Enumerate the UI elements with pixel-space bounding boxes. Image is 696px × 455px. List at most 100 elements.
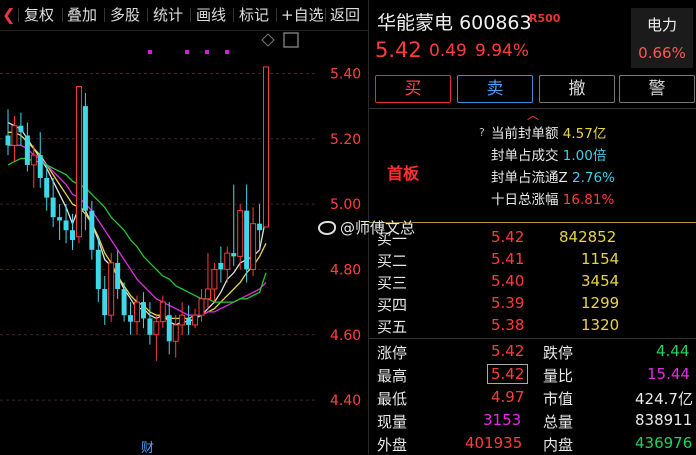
bid-volume: 842852 [559, 228, 617, 246]
y-tick-label: 4.80 [330, 262, 361, 278]
stat-label: 量比 [543, 367, 574, 385]
industry-name: 电力 [646, 16, 677, 34]
seal-info-row: 封单占成交 1.00倍 [491, 144, 606, 164]
candle-body [102, 289, 108, 316]
cancel-order-button[interactable]: 撤 [539, 75, 615, 103]
toolbar-divider [325, 8, 326, 22]
chart-toolbar: ❮ 复权 叠加 多股 统计 画线 标记 +自选 返回 [0, 0, 368, 31]
price-change: 0.49 [429, 41, 467, 61]
toolbar-divider [233, 8, 234, 22]
stat-label: 内盘 [543, 436, 574, 454]
stats-row: 最低 4.97 市值 424.7亿 [369, 386, 696, 408]
expand-box-icon [283, 32, 299, 48]
candle-body [18, 125, 24, 133]
toolbar-multi-stock-button[interactable]: 多股 [110, 5, 140, 25]
toolbar-mark-button[interactable]: 标记 [239, 5, 269, 25]
question-icon[interactable]: ? [479, 126, 485, 139]
collapse-icon[interactable]: ︿ [527, 106, 539, 123]
back-chevron-icon[interactable]: ❮ [2, 6, 16, 24]
y-tick-label: 5.40 [330, 66, 361, 82]
candle-body [147, 318, 153, 335]
stat-label: 最高 [377, 367, 408, 385]
candle-body [237, 210, 244, 257]
indicator-dot [185, 50, 189, 54]
candle-body [179, 314, 186, 326]
candle-body [231, 253, 237, 257]
toolbar-draw-line-button[interactable]: 画线 [196, 5, 226, 25]
alert-button[interactable]: 警 [619, 75, 695, 103]
toolbar-restore-rights-button[interactable]: 复权 [24, 5, 54, 25]
stock-name: 华能蒙电 [377, 12, 454, 34]
bid-price: 5.38 [491, 316, 525, 334]
candle-body [121, 289, 127, 316]
candle-body [153, 321, 160, 336]
bid-volume: 1299 [581, 294, 620, 312]
watermark-text: @师傅文总 [340, 219, 416, 237]
seal-info-row: 封单占流通Z 2.76% [491, 166, 615, 186]
stat-value: 436976 [635, 434, 693, 452]
candle-body [11, 125, 18, 146]
candle-body [224, 252, 231, 270]
order-book-separator [369, 222, 696, 223]
y-tick-label: 4.40 [330, 393, 361, 409]
candle-body [5, 135, 11, 146]
bid-volume: 1320 [581, 316, 620, 334]
candle-body [257, 223, 263, 231]
candle-body [211, 268, 218, 290]
toolbar-add-watchlist-button[interactable]: +自选 [281, 5, 324, 25]
stat-label: 跌停 [543, 344, 574, 362]
seal-info-value: 4.57亿 [562, 126, 607, 142]
stat-label: 最低 [377, 390, 408, 408]
stock-title: 华能蒙电 600863 [377, 8, 532, 35]
candle-body [250, 223, 257, 270]
indicator-dot [205, 50, 209, 54]
stat-value: 424.7亿 [635, 390, 693, 408]
bid-volume: 3454 [581, 272, 620, 290]
stat-value: 4.44 [656, 342, 690, 360]
toolbar-divider [276, 8, 277, 22]
candle-body [89, 210, 95, 250]
chart-canvas[interactable]: 5.40 5.20 5.00 4.80 4.60 4.40 财 [0, 31, 368, 454]
candle-body [50, 197, 56, 218]
toolbar-back-button[interactable]: 返回 [330, 5, 360, 25]
candle-body [44, 177, 50, 198]
sell-button[interactable]: 卖 [457, 75, 533, 103]
candle-body [244, 210, 250, 270]
stat-value: 4.97 [491, 388, 525, 406]
diamond-icon [261, 33, 275, 47]
bid-label: 买二 [377, 252, 408, 270]
industry-badge[interactable]: 电力 0.66% [631, 8, 693, 68]
candle-body [108, 262, 115, 316]
stat-value: 15.44 [647, 365, 690, 383]
stat-value: 3153 [483, 411, 522, 429]
moving-average-line [7, 121, 267, 326]
seal-info-value: 2.76% [572, 170, 615, 186]
toolbar-statistics-button[interactable]: 统计 [153, 5, 183, 25]
candle-body [75, 86, 82, 238]
bid-row: 买五 5.38 1320 [369, 314, 696, 336]
seal-info-label: 封单占流通Z [491, 170, 568, 186]
bid-label: 买三 [377, 274, 408, 292]
bid-row: 买四 5.39 1299 [369, 292, 696, 314]
seal-info-row: 当前封单额 4.57亿 [491, 122, 606, 142]
candle-body [115, 262, 121, 290]
stat-value: 5.42 [491, 342, 525, 360]
candle-body [172, 324, 179, 342]
moving-average-line [8, 131, 267, 320]
r-badge: R500 [529, 12, 561, 25]
candle-body [95, 249, 101, 290]
seal-info-label: 封单占成交 [491, 148, 559, 164]
bid-price: 5.41 [491, 250, 525, 268]
toolbar-overlay-button[interactable]: 叠加 [67, 5, 97, 25]
toolbar-divider [147, 8, 148, 22]
bid-volume: 1154 [581, 250, 620, 268]
price-change-pct: 9.94% [475, 41, 530, 61]
stats-row: 涨停 5.42 跌停 4.44 [369, 340, 696, 362]
y-tick-label: 5.20 [330, 132, 361, 148]
toolbar-divider [18, 8, 19, 22]
indicator-dot [148, 50, 152, 54]
stock-code: 600863 [459, 12, 532, 34]
buy-button[interactable]: 买 [375, 75, 451, 103]
bid-row: 买二 5.41 1154 [369, 248, 696, 270]
candlestick-chart[interactable]: 5.40 5.20 5.00 4.80 4.60 4.40 财 [0, 31, 368, 454]
